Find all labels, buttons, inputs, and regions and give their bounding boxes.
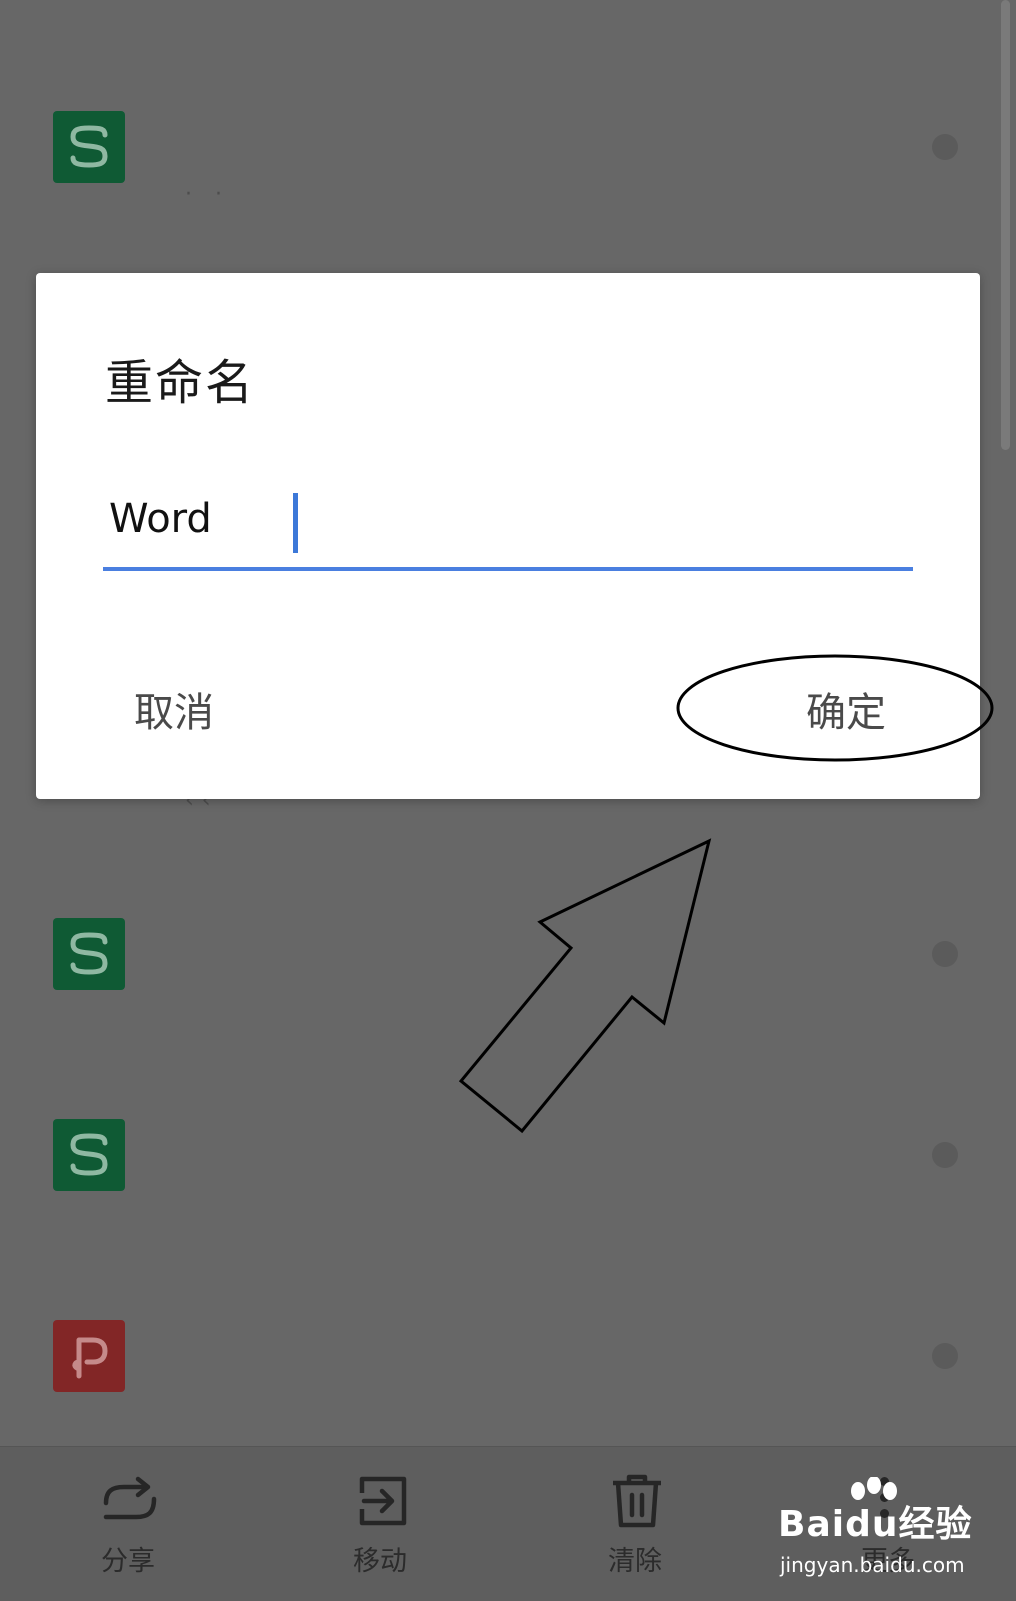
clear-button[interactable]: 清除	[565, 1447, 705, 1601]
presentation-icon	[53, 1320, 125, 1392]
confirm-button[interactable]: 确定	[798, 679, 894, 739]
scrollbar[interactable]	[1001, 0, 1010, 450]
baidu-watermark: Baidu经验 jingyan.baidu.com	[778, 1477, 1008, 1590]
clear-label: 清除	[608, 1546, 662, 1577]
dialog-title: 重命名	[105, 355, 256, 411]
share-button[interactable]: 分享	[58, 1447, 198, 1601]
trash-icon	[613, 1474, 661, 1528]
move-button[interactable]: 移动	[310, 1447, 450, 1601]
text-cursor	[293, 493, 298, 553]
select-indicator[interactable]	[932, 134, 958, 160]
spreadsheet-icon	[53, 111, 125, 183]
spreadsheet-icon	[53, 1119, 125, 1191]
file-list-item[interactable]	[0, 897, 1016, 1017]
select-indicator[interactable]	[932, 1343, 958, 1369]
input-underline	[103, 567, 913, 571]
share-label: 分享	[101, 1546, 155, 1577]
file-list-item[interactable]	[0, 1098, 1016, 1218]
cancel-button[interactable]: 取消	[126, 679, 222, 739]
watermark-brand: Baidu经验	[778, 1504, 973, 1545]
spreadsheet-icon	[53, 918, 125, 990]
rename-dialog: 重命名 取消 确定	[36, 273, 980, 799]
file-list-item[interactable]: · ·	[0, 90, 1016, 210]
select-indicator[interactable]	[932, 1142, 958, 1168]
file-name-field	[103, 491, 919, 553]
move-label: 移动	[353, 1546, 407, 1577]
move-icon	[359, 1476, 407, 1526]
watermark-url: jingyan.baidu.com	[780, 1553, 965, 1577]
share-icon	[103, 1476, 157, 1520]
select-indicator[interactable]	[932, 941, 958, 967]
file-list-item[interactable]	[0, 1299, 1016, 1419]
file-name-input[interactable]	[103, 491, 919, 547]
file-name-fragment: · ·	[185, 182, 230, 207]
